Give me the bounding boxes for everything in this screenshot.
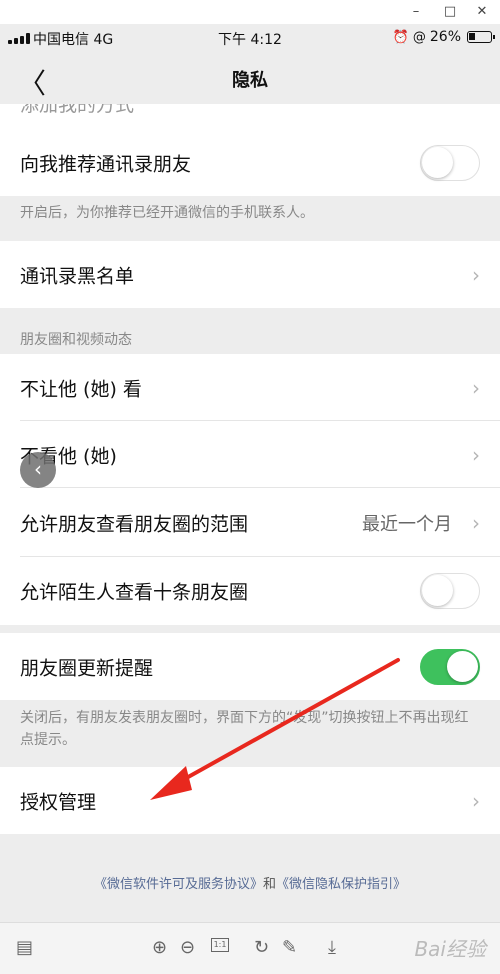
nav-bar: 〈 隐私 [0,52,500,104]
zoom-in-icon[interactable]: ⊕ [152,933,167,963]
actual-size-icon[interactable]: 1:1 [211,938,229,952]
hide-from-label: 不让他 (她) 看 [20,378,142,400]
floating-back-button[interactable]: ‹ [20,452,56,488]
recommend-contacts-toggle[interactable] [420,145,480,181]
contacts-blacklist-row[interactable]: 通讯录黑名单 › [0,241,500,308]
moments-section-title: 朋友圈和视频动态 [20,332,132,348]
stranger-ten-posts-label: 允许陌生人查看十条朋友圈 [20,581,249,604]
zoom-out-icon[interactable]: ⊖ [180,933,195,963]
stranger-ten-posts-toggle[interactable] [420,573,480,609]
truncated-list-item[interactable]: 添加我的方式 [0,104,500,130]
chevron-right-icon: › [472,510,480,535]
not-see-row[interactable]: 不看他 (她) › [0,421,500,488]
hide-from-row[interactable]: 不让他 (她) 看 › [0,354,500,421]
viewer-toolbar: ▤ ⊕ ⊖ 1:1 ↻ ✎ ⤓ Bai经验 [0,922,500,974]
moments-range-row[interactable]: 允许朋友查看朋友圈的范围 最近一个月 › [0,488,500,557]
chevron-right-icon: › [472,262,480,287]
minimize-button[interactable]: – [406,2,426,22]
stranger-ten-posts-row[interactable]: 允许陌生人查看十条朋友圈 [0,557,500,625]
thumbnail-icon[interactable]: ▤ [16,933,33,963]
edit-icon[interactable]: ✎ [282,933,297,963]
contacts-blacklist-label: 通讯录黑名单 [20,265,135,287]
agreement-links: 《微信软件许可及服务协议》和《微信隐私保护指引》 [93,877,407,892]
recommend-contacts-row[interactable]: 向我推荐通讯录朋友 [0,130,500,196]
download-icon[interactable]: ⤓ [328,933,336,963]
rotation-lock-icon: @ [412,29,426,45]
rotate-icon[interactable]: ↻ [254,933,269,963]
battery-icon [467,31,495,43]
recommend-contacts-label: 向我推荐通讯录朋友 [20,153,192,176]
alarm-icon: ⏰ [392,29,409,45]
moments-update-row[interactable]: 朋友圈更新提醒 [0,633,500,700]
moments-range-label: 允许朋友查看朋友圈的范围 [20,513,249,535]
chevron-right-icon: › [472,442,480,467]
battery-percent: 26% [429,29,461,45]
chevron-right-icon: › [472,375,480,400]
status-bar: 中国电信 4G 下午 4:12 ⏰ @ 26% [0,24,500,52]
page-title: 隐私 [232,70,268,91]
close-button[interactable]: ✕ [472,2,492,22]
moments-update-label: 朋友圈更新提醒 [20,657,154,679]
auth-manage-label: 授权管理 [20,791,97,813]
maximize-button[interactable]: □ [440,2,460,22]
watermark-logo: Bai经验 [414,937,486,961]
auth-manage-row[interactable]: 授权管理 › [0,767,500,834]
chevron-right-icon: › [472,788,480,813]
license-link[interactable]: 《微信软件许可及服务协议》 [94,877,263,892]
moments-update-hint: 关闭后，有朋友发表朋友圈时，界面下方的“发现”切换按钮上不再出现红点提示。 [20,710,469,748]
moments-range-value: 最近一个月 [362,513,452,535]
viewer-title-bar: – □ ✕ [0,0,500,24]
privacy-guide-link[interactable]: 《微信隐私保护指引》 [276,877,406,892]
recommend-contacts-hint: 开启后，为你推荐已经开通微信的手机联系人。 [20,205,314,221]
moments-update-toggle[interactable] [420,648,480,685]
